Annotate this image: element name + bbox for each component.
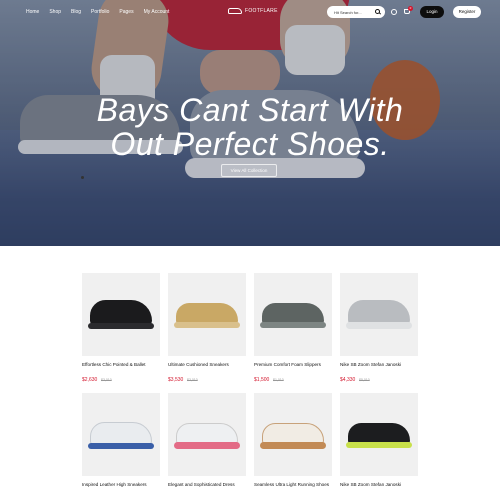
product-name[interactable]: Inspired Leather High Sneakers	[82, 482, 160, 488]
shoe-sole	[346, 322, 412, 329]
product-name[interactable]: Premium Comfort Foam Slippers	[254, 362, 332, 368]
product-name[interactable]: Elegant and Sophisticated Dress	[168, 482, 246, 488]
menu-item-portfolio[interactable]: Portfolio	[91, 9, 109, 15]
product-old-price: $3,010	[101, 378, 112, 382]
product-card[interactable]: Ultimate Cushioned Sneakers $3,530 $3,01…	[168, 273, 246, 383]
hero-headline: Bays Cant Start With Out Perfect Shoes.	[0, 93, 500, 161]
product-card[interactable]: Nike SB Zoom Stefan Janoski $4,330 $5,01…	[340, 273, 418, 383]
product-old-price: $5,010	[359, 378, 370, 382]
product-name[interactable]: Ultimate Cushioned Sneakers	[168, 362, 246, 368]
product-price: $1,500	[254, 377, 270, 383]
menu-item-pages[interactable]: Pages	[119, 9, 133, 15]
product-image[interactable]	[168, 393, 246, 476]
product-name[interactable]: Effortless Chic Pointed & Ballet	[82, 362, 160, 368]
shoe-sole	[346, 442, 412, 448]
hero-headline-line2: Out Perfect Shoes.	[110, 126, 390, 162]
search-box	[327, 6, 385, 18]
shoe-sole	[174, 442, 240, 449]
hero-headline-line1: Bays Cant Start With	[96, 92, 404, 128]
product-card[interactable]: Premium Comfort Foam Slippers $1,500 $1,…	[254, 273, 332, 383]
product-image[interactable]	[340, 273, 418, 356]
menu-item-blog[interactable]: Blog	[71, 9, 81, 15]
product-image[interactable]	[254, 393, 332, 476]
product-card[interactable]: Elegant and Sophisticated Dress	[168, 393, 246, 487]
product-price: $2,630	[82, 377, 98, 383]
shoe-sole	[88, 443, 154, 449]
product-name[interactable]: Seamless Ultra Light Running Shoes	[254, 482, 332, 488]
product-price: $4,330	[340, 377, 356, 383]
product-card[interactable]: Inspired Leather High Sneakers	[82, 393, 160, 487]
product-card[interactable]: Nike SB Zoom Stefan Janoski	[340, 393, 418, 487]
cart-count-badge: 0	[408, 6, 413, 11]
menu-item-my-account[interactable]: My Account	[144, 9, 170, 15]
site-logo[interactable]: FOOTFLARE	[228, 8, 278, 14]
product-image[interactable]	[340, 393, 418, 476]
logo-text: FOOTFLARE	[245, 8, 278, 14]
view-all-collection-button[interactable]: View All Collection	[221, 164, 277, 177]
product-card[interactable]: Effortless Chic Pointed & Ballet $2,630 …	[82, 273, 160, 383]
product-image[interactable]	[82, 393, 160, 476]
product-image[interactable]	[168, 273, 246, 356]
shoe-sole	[174, 322, 240, 328]
product-image[interactable]	[82, 273, 160, 356]
product-name[interactable]: Nike SB Zoom Stefan Janoski	[340, 482, 418, 488]
product-price: $3,530	[168, 377, 184, 383]
search-input[interactable]	[334, 8, 372, 16]
search-icon[interactable]	[375, 9, 380, 14]
menu-item-shop[interactable]: Shop	[49, 9, 61, 15]
shoe-sole	[88, 323, 154, 329]
login-button[interactable]: Login	[420, 6, 444, 18]
shoe-sole	[260, 322, 326, 328]
product-old-price: $1,010	[273, 378, 284, 382]
slider-dot[interactable]	[81, 176, 84, 179]
top-nav: Home Shop Blog Portfolio Pages My Accoun…	[0, 0, 500, 24]
product-card[interactable]: Seamless Ultra Light Running Shoes	[254, 393, 332, 487]
shoe-sole	[260, 442, 326, 449]
user-icon[interactable]	[391, 9, 397, 15]
register-button[interactable]: Register	[453, 6, 481, 18]
product-name[interactable]: Nike SB Zoom Stefan Janoski	[340, 362, 418, 368]
menu-item-home[interactable]: Home	[26, 9, 39, 15]
product-old-price: $3,010	[187, 378, 198, 382]
main-menu: Home Shop Blog Portfolio Pages My Accoun…	[26, 9, 169, 15]
shoe-logo-icon	[228, 8, 242, 14]
product-image[interactable]	[254, 273, 332, 356]
